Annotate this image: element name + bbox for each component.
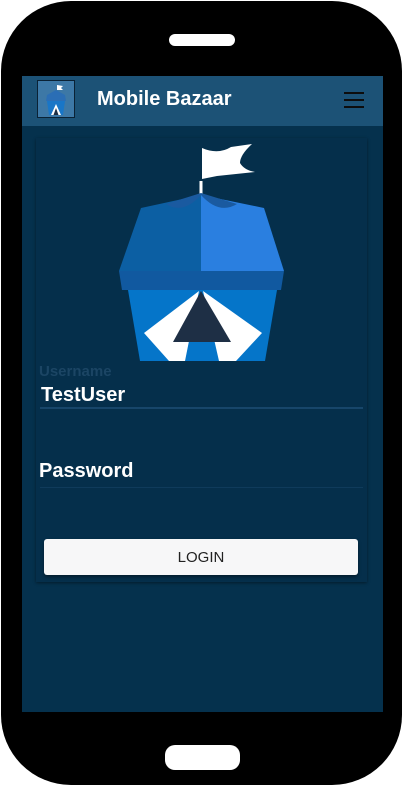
openbazaar-logo-icon [119, 144, 284, 361]
tent-icon [46, 85, 66, 115]
username-input[interactable] [40, 383, 363, 409]
login-button[interactable]: LOGIN [44, 539, 358, 575]
app-title: Mobile Bazaar [97, 88, 232, 110]
username-label: Username [39, 363, 112, 380]
app-bar: Mobile Bazaar [22, 76, 383, 126]
app-screen: Mobile Bazaar Username Password LOGIN [22, 76, 383, 712]
phone-speaker [169, 34, 235, 46]
phone-frame: Mobile Bazaar Username Password LOGIN [1, 1, 402, 785]
hamburger-menu-icon[interactable] [344, 92, 364, 108]
app-logo-icon [37, 80, 75, 118]
phone-home-button[interactable] [165, 745, 240, 770]
password-input[interactable] [40, 476, 363, 488]
